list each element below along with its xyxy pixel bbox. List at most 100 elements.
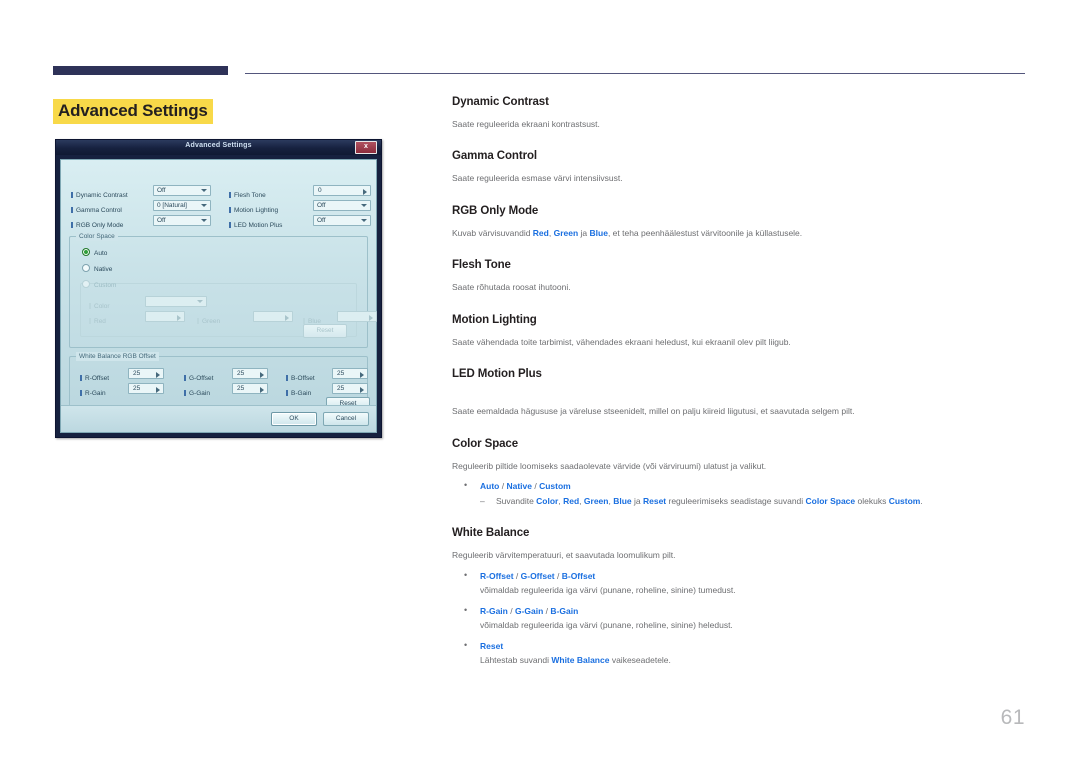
osd-label-r-offset: R-Offset — [80, 375, 109, 382]
osd-spin-blue[interactable] — [337, 311, 377, 322]
bullet-tick-icon — [80, 390, 82, 396]
chevron-down-icon — [201, 204, 207, 207]
body-gamma-control: Saate reguleerida esmase värvi intensiiv… — [452, 173, 623, 184]
osd-titlebar: Advanced Settings x — [56, 140, 381, 155]
osd-combo-rgb-only-mode[interactable]: Off — [153, 215, 211, 226]
bullet-tick-icon — [71, 222, 73, 228]
body-flesh-tone: Saate rõhutada roosat ihutooni. — [452, 282, 571, 293]
bullet-tick-icon — [184, 375, 186, 381]
section-flesh-tone: Flesh Tone Saate rõhutada roosat ihutoon… — [452, 259, 1027, 293]
osd-spin-red[interactable] — [145, 311, 185, 322]
bullet-tick-icon — [229, 207, 231, 213]
osd-radio-native[interactable]: Native — [82, 264, 112, 274]
osd-label-rgb-only-mode: RGB Only Mode — [71, 222, 123, 229]
body-dynamic-contrast: Saate reguleerida ekraani kontrastsust. — [452, 119, 600, 129]
keyword-reset: Reset — [480, 640, 504, 651]
chevron-right-icon — [369, 315, 373, 321]
osd-spin-value: 25 — [237, 370, 245, 377]
keyword-color: Color — [536, 495, 559, 506]
heading-dynamic-contrast: Dynamic Contrast — [452, 96, 549, 108]
osd-spin-g-offset[interactable]: 25 — [232, 368, 268, 379]
chevron-right-icon — [260, 372, 264, 378]
list-white-balance: R-Offset / G-Offset / B-Offset võimaldab… — [452, 570, 1027, 667]
chevron-right-icon — [156, 387, 160, 393]
osd-combo-gamma-control[interactable]: 0 [Natural] — [153, 200, 211, 211]
header-rule-thick — [53, 66, 228, 75]
osd-combo-value: Off — [317, 202, 326, 209]
section-rgb-only-mode: RGB Only Mode Kuvab värvisuvandid Red, G… — [452, 205, 1027, 239]
osd-combo-motion-lighting[interactable]: Off — [313, 200, 371, 211]
keyword-blue: Blue — [589, 227, 608, 238]
keyword-white-balance: White Balance — [551, 655, 610, 666]
body-rgb-only-mode: Kuvab värvisuvandid Red, Green ja Blue, … — [452, 228, 1027, 239]
osd-spin-value: 25 — [337, 385, 345, 392]
sublist-color-space: Suvandite Color, Red, Green, Blue ja Res… — [480, 495, 1027, 508]
osd-spin-value: 25 — [133, 385, 141, 392]
osd-radio-custom[interactable]: Custom — [82, 280, 116, 290]
osd-spin-green[interactable] — [253, 311, 293, 322]
text-fragment: Suvandite — [496, 495, 537, 506]
osd-label-g-offset: G-Offset — [184, 375, 213, 382]
osd-spin-b-offset[interactable]: 25 — [332, 368, 368, 379]
chevron-down-icon — [197, 300, 203, 303]
osd-label-red: Red — [89, 318, 106, 325]
section-motion-lighting: Motion Lighting Saate vähendada toite ta… — [452, 314, 1027, 348]
text-fragment: Lähtestab suvandi — [480, 655, 552, 666]
heading-motion-lighting: Motion Lighting — [452, 313, 537, 326]
chevron-right-icon — [156, 372, 160, 378]
osd-label-motion-lighting: Motion Lighting — [229, 207, 278, 214]
ok-button[interactable]: OK — [271, 412, 317, 426]
body-led-motion-plus: Saate eemaldada hägususe ja väreluse sts… — [452, 406, 855, 417]
osd-radio-label: Native — [94, 266, 113, 273]
osd-combo-dynamic-contrast[interactable]: Off — [153, 185, 211, 196]
osd-footer: OK Cancel — [61, 405, 376, 432]
radio-dot-icon — [82, 248, 90, 256]
osd-group-label-color-space: Color Space — [76, 232, 118, 241]
bullet-tick-icon — [286, 375, 288, 381]
osd-label-green: Green — [197, 318, 220, 325]
keyword-b-gain: B-Gain — [550, 605, 579, 616]
chevron-right-icon — [363, 189, 367, 195]
white-balance-gain-options: R-Gain / G-Gain / B-Gain — [480, 606, 1027, 617]
white-balance-offset-options: R-Offset / G-Offset / B-Offset — [480, 571, 1027, 582]
osd-row-red: Red — [89, 310, 149, 325]
keyword-r-offset: R-Offset — [480, 570, 514, 581]
text-fragment: olekuks — [855, 495, 889, 506]
osd-radio-label: Custom — [94, 282, 117, 289]
osd-reset-custom-button[interactable]: Reset — [303, 324, 347, 338]
osd-radio-auto[interactable]: Auto — [82, 248, 107, 258]
color-space-options: Auto / Native / Custom — [480, 481, 1027, 492]
osd-spin-b-gain[interactable]: 25 — [332, 383, 368, 394]
keyword-auto: Auto — [480, 481, 500, 492]
osd-spin-g-gain[interactable]: 25 — [232, 383, 268, 394]
chevron-down-icon — [361, 219, 367, 222]
bullet-tick-icon — [197, 318, 199, 324]
bullet-tick-icon — [229, 192, 231, 198]
osd-combo-led-motion-plus[interactable]: Off — [313, 215, 371, 226]
keyword-red: Red — [563, 495, 580, 506]
osd-label-dynamic-contrast: Dynamic Contrast — [71, 192, 128, 199]
sublist-item: Suvandite Color, Red, Green, Blue ja Res… — [480, 495, 1027, 508]
osd-spin-value: 25 — [337, 370, 345, 377]
text-fragment: . — [920, 495, 923, 506]
osd-label-flesh-tone: Flesh Tone — [229, 192, 266, 199]
radio-dot-icon — [82, 280, 90, 288]
osd-combo-color[interactable] — [145, 296, 207, 307]
cancel-button[interactable]: Cancel — [323, 412, 369, 426]
bullet-tick-icon — [89, 303, 91, 309]
list-item: Auto / Native / Custom Suvandite Color, … — [452, 480, 1027, 508]
keyword-green: Green — [553, 227, 579, 238]
section-color-space: Color Space Reguleerib piltide loomiseks… — [452, 438, 1027, 508]
bullet-tick-icon — [184, 390, 186, 396]
osd-row-green: Green — [197, 310, 257, 325]
osd-spin-r-gain[interactable]: 25 — [128, 383, 164, 394]
osd-spin-flesh-tone[interactable]: 0 — [313, 185, 371, 196]
page-number: 61 — [1000, 706, 1025, 729]
section-dynamic-contrast: Dynamic Contrast Saate reguleerida ekraa… — [452, 96, 1027, 130]
osd-spin-value: 0 — [318, 187, 322, 194]
osd-window-title: Advanced Settings — [185, 142, 252, 149]
close-icon[interactable]: x — [355, 141, 377, 154]
osd-label-b-gain: B-Gain — [286, 390, 311, 397]
osd-spin-r-offset[interactable]: 25 — [128, 368, 164, 379]
page-title: Advanced Settings — [53, 99, 213, 124]
